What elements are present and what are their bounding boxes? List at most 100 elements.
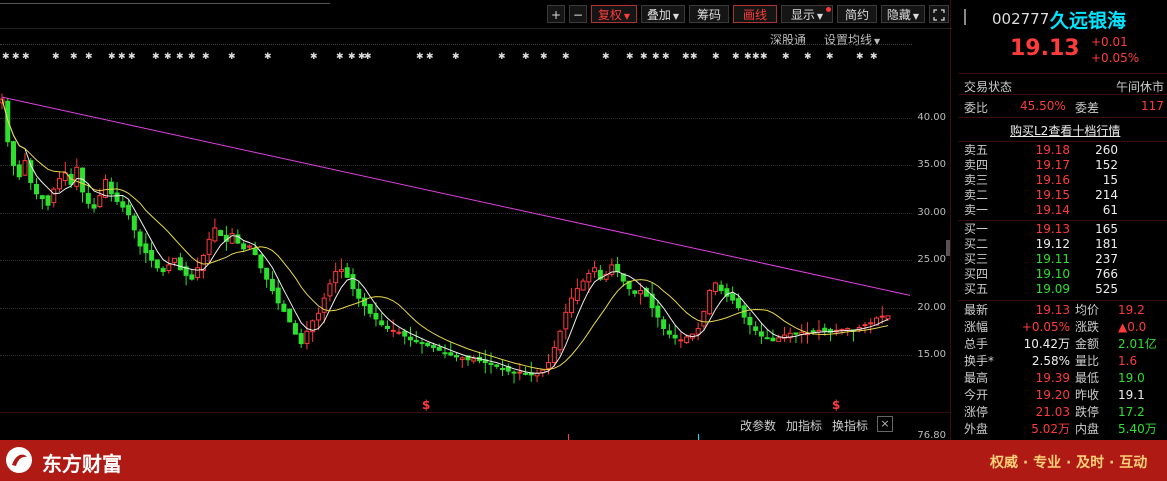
dividend-marker[interactable]: $: [832, 398, 840, 412]
candle-body: [338, 269, 344, 272]
candle-body: [57, 178, 63, 190]
stock-name[interactable]: 久远银海: [1050, 6, 1126, 33]
shengutong-link[interactable]: 深股通: [770, 31, 806, 48]
quote-value: 19.20: [1035, 388, 1070, 402]
dividend-marker[interactable]: $: [422, 398, 430, 412]
candle-body: [511, 371, 517, 374]
candle-body: [580, 280, 586, 291]
set-ma-dropdown[interactable]: 设置均线 ▼: [824, 31, 880, 48]
candle-body: [724, 288, 730, 297]
y-tick-label: 20.00: [917, 302, 946, 313]
candle-body: [770, 337, 776, 342]
candle-body: [258, 254, 264, 269]
buy-row[interactable]: 买二 19.12 181: [958, 237, 1167, 252]
candle-body: [195, 267, 201, 278]
candle-body: [120, 201, 126, 208]
fuquan-dropdown[interactable]: 复权 ▼: [591, 5, 637, 23]
candle-body: [776, 337, 782, 342]
candle-body: [574, 288, 580, 301]
jianyue-button[interactable]: 简约: [837, 5, 877, 23]
yincang-label: 隐藏: [886, 8, 911, 22]
candle-body: [292, 323, 298, 335]
sell-price: 19.15: [1035, 188, 1070, 202]
candle-body: [442, 352, 448, 355]
candle-body: [500, 367, 506, 370]
expand-icon[interactable]: [929, 5, 949, 23]
y-tick-label: 40.00: [917, 112, 946, 123]
panel-divider: [950, 0, 951, 440]
candle-body: [753, 326, 759, 331]
candle-body: [810, 330, 816, 333]
yincang-dropdown[interactable]: 隐藏 ▼: [881, 5, 925, 23]
buy-l2-link[interactable]: 购买L2查看十档行情: [1010, 122, 1120, 139]
quote-panel: 002777 久远银海 19.13 +0.01 +0.05% 交易状态 午间休市…: [958, 0, 1167, 481]
candle-body: [471, 358, 477, 362]
buy-row[interactable]: 买三 19.11 237: [958, 252, 1167, 267]
candle-body: [730, 293, 736, 301]
indicator-divider: [0, 412, 950, 413]
huaxian-button[interactable]: 画线: [733, 5, 777, 23]
buy-volume: 181: [1095, 237, 1118, 251]
candle-body: [551, 346, 557, 363]
candle-body: [206, 238, 212, 255]
candle-body: [822, 327, 828, 332]
quote-label: 跌停: [1075, 405, 1100, 419]
fuquan-label: 复权: [597, 8, 622, 22]
buy-row[interactable]: 买一 19.13 165: [958, 222, 1167, 237]
jia-zhibiao-button[interactable]: 加指标: [786, 417, 822, 434]
candle-body: [356, 288, 362, 299]
panel-resize-handle[interactable]: [946, 240, 950, 256]
candle-body: [97, 195, 103, 208]
gai-canshu-button[interactable]: 改参数: [740, 417, 776, 434]
quote-row: 今开 19.20 昨收 19.1: [958, 387, 1167, 403]
panel-divider: [958, 220, 1167, 221]
stock-change-pct: +0.05%: [1091, 51, 1140, 65]
zoom-out-button[interactable]: −: [569, 5, 587, 23]
sell-row[interactable]: 卖一 19.14 61: [958, 203, 1167, 218]
quote-label: 涨停: [964, 405, 989, 419]
diejia-dropdown[interactable]: 叠加 ▼: [641, 5, 685, 23]
sell-volume: 152: [1095, 158, 1118, 172]
chouma-button[interactable]: 筹码: [689, 5, 729, 23]
sell-level-label: 卖二: [964, 188, 989, 202]
panel-toggle-icon[interactable]: [964, 9, 976, 25]
xianshi-dropdown[interactable]: 显示 ▼: [781, 5, 833, 23]
sell-row[interactable]: 卖三 19.16 15: [958, 173, 1167, 188]
quote-label: 外盘: [964, 422, 989, 436]
quote-label: 内盘: [1075, 422, 1100, 436]
buy-price: 19.09: [1035, 282, 1070, 296]
sell-row[interactable]: 卖五 19.18 260: [958, 143, 1167, 158]
candle-body: [413, 339, 419, 343]
candle-body: [454, 355, 460, 358]
sell-row[interactable]: 卖二 19.15 214: [958, 188, 1167, 203]
sell-level-label: 卖五: [964, 143, 989, 157]
candle-body: [655, 305, 661, 318]
candle-body: [672, 334, 678, 339]
candle-body: [615, 263, 621, 273]
chevron-down-icon: ▼: [623, 12, 631, 21]
candle-body: [557, 330, 563, 351]
candle-body: [229, 233, 235, 244]
sell-price: 19.17: [1035, 158, 1070, 172]
buy-row[interactable]: 买四 19.10 766: [958, 267, 1167, 282]
zoom-in-button[interactable]: +: [547, 5, 565, 23]
panel-divider: [958, 94, 1167, 95]
weicha-value: 117: [1141, 99, 1164, 113]
candle-body: [350, 274, 356, 290]
panel-divider: [958, 73, 1167, 74]
quote-value: 21.03: [1035, 405, 1070, 419]
huan-zhibiao-button[interactable]: 换指标: [832, 417, 868, 434]
buy-row[interactable]: 买五 19.09 525: [958, 282, 1167, 297]
panel-divider: [958, 141, 1167, 142]
kline-chart[interactable]: [0, 60, 910, 410]
sell-row[interactable]: 卖四 19.17 152: [958, 158, 1167, 173]
candle-body: [563, 311, 569, 330]
candle-body: [11, 141, 17, 166]
candle-body: [333, 271, 339, 284]
quote-value: 19.2: [1118, 303, 1145, 317]
quote-label: 均价: [1075, 303, 1100, 317]
candle-body: [419, 342, 425, 345]
close-indicator-button[interactable]: ×: [877, 416, 893, 432]
top-bar: + − 复权 ▼ 叠加 ▼ 筹码 画线 显示 ▼ 简约 隐藏 ▼: [0, 0, 952, 29]
quote-value: 10.42万: [1023, 337, 1070, 351]
